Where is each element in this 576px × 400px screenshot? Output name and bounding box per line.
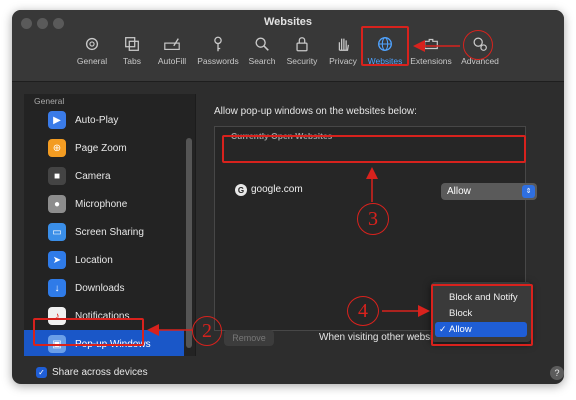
callout-3: 3: [357, 203, 389, 235]
sidebar-item-label: Auto-Play: [75, 114, 119, 126]
sidebar-item-label: Page Zoom: [75, 142, 127, 154]
toolbar-label: AutoFill: [157, 56, 187, 66]
sidebar-item-label: Camera: [75, 170, 111, 182]
sidebar-item-page-zoom[interactable]: ⊕ Page Zoom: [24, 134, 184, 162]
advanced-callout-circle: [463, 30, 493, 60]
content-heading: Allow pop-up windows on the websites bel…: [214, 106, 417, 117]
toolbar-general[interactable]: General: [70, 35, 114, 75]
sidebar-item-label: Location: [75, 254, 113, 266]
sidebar-item-downloads[interactable]: ↓ Downloads: [24, 274, 184, 302]
window-title: Websites: [263, 16, 313, 28]
zoom-icon: ⊕: [48, 139, 66, 157]
sidebar-item-label: Screen Sharing: [75, 226, 144, 238]
sidebar-item-auto-play[interactable]: ▶ Auto-Play: [24, 106, 184, 134]
other-websites-label: When visiting other websites: [319, 332, 446, 343]
chevron-updown-icon: ⇕: [522, 185, 535, 198]
sidebar-scrollbar[interactable]: [186, 138, 192, 348]
sidebar-item-label: Downloads: [75, 282, 125, 294]
website-name: google.com: [251, 184, 303, 195]
website-row-highlight-box: [222, 135, 526, 163]
menu-highlight-box: [431, 284, 533, 346]
toolbar-label: General: [76, 56, 108, 66]
sidebar-item-screen-sharing[interactable]: ▭ Screen Sharing: [24, 218, 184, 246]
website-setting-select[interactable]: Allow ⇕: [441, 183, 537, 200]
sidebar-section-header: General: [34, 96, 65, 106]
toolbar-label: Passwords: [197, 56, 239, 66]
sidebar-item-label: Microphone: [75, 198, 128, 210]
microphone-icon: ●: [48, 195, 66, 213]
sidebar-item-microphone[interactable]: ● Microphone: [24, 190, 184, 218]
toolbar-extensions[interactable]: Extensions: [409, 35, 453, 75]
toolbar-security[interactable]: Security: [280, 35, 324, 75]
hand-icon: [338, 38, 350, 51]
callout-2: 2: [192, 316, 222, 346]
toolbar-search[interactable]: Search: [240, 35, 284, 75]
help-button[interactable]: ?: [550, 366, 564, 380]
websites-highlight-box: [361, 26, 409, 66]
play-icon: ▶: [48, 111, 66, 129]
screen-icon: ▭: [48, 223, 66, 241]
puzzle-icon: [424, 38, 438, 50]
toolbar-label: Extensions: [410, 56, 452, 66]
sidebar-item-location[interactable]: ➤ Location: [24, 246, 184, 274]
tabs-icon: [125, 37, 139, 51]
share-across-devices-checkbox[interactable]: ✓: [36, 367, 47, 378]
website-row[interactable]: G google.com Allow ⇕: [229, 179, 537, 203]
popup-windows-highlight-box: [33, 318, 144, 346]
toolbar-privacy[interactable]: Privacy: [321, 35, 365, 75]
toolbar-label: Tabs: [123, 56, 141, 66]
google-favicon-icon: G: [235, 184, 247, 196]
toolbar-tabs[interactable]: Tabs: [110, 35, 154, 75]
callout-4: 4: [347, 296, 379, 326]
toolbar-label: Privacy: [329, 56, 357, 66]
toolbar-label: Search: [248, 56, 276, 66]
toolbar-autofill[interactable]: AutoFill: [150, 35, 194, 75]
location-icon: ➤: [48, 251, 66, 269]
gear-icon: [85, 37, 99, 51]
lock-icon: [296, 37, 308, 52]
camera-icon: ■: [48, 167, 66, 185]
sidebar: General ▶ Auto-Play ⊕ Page Zoom ■ Camera…: [24, 94, 196, 356]
toolbar-label: Security: [286, 56, 318, 66]
download-icon: ↓: [48, 279, 66, 297]
share-across-devices-label: Share across devices: [52, 367, 148, 378]
autofill-icon: [164, 38, 180, 50]
key-icon: [214, 36, 222, 52]
sidebar-item-camera[interactable]: ■ Camera: [24, 162, 184, 190]
search-icon: [255, 37, 269, 51]
website-setting-value: Allow: [447, 186, 471, 197]
toolbar-passwords[interactable]: Passwords: [196, 35, 240, 75]
remove-button[interactable]: Remove: [224, 330, 274, 346]
